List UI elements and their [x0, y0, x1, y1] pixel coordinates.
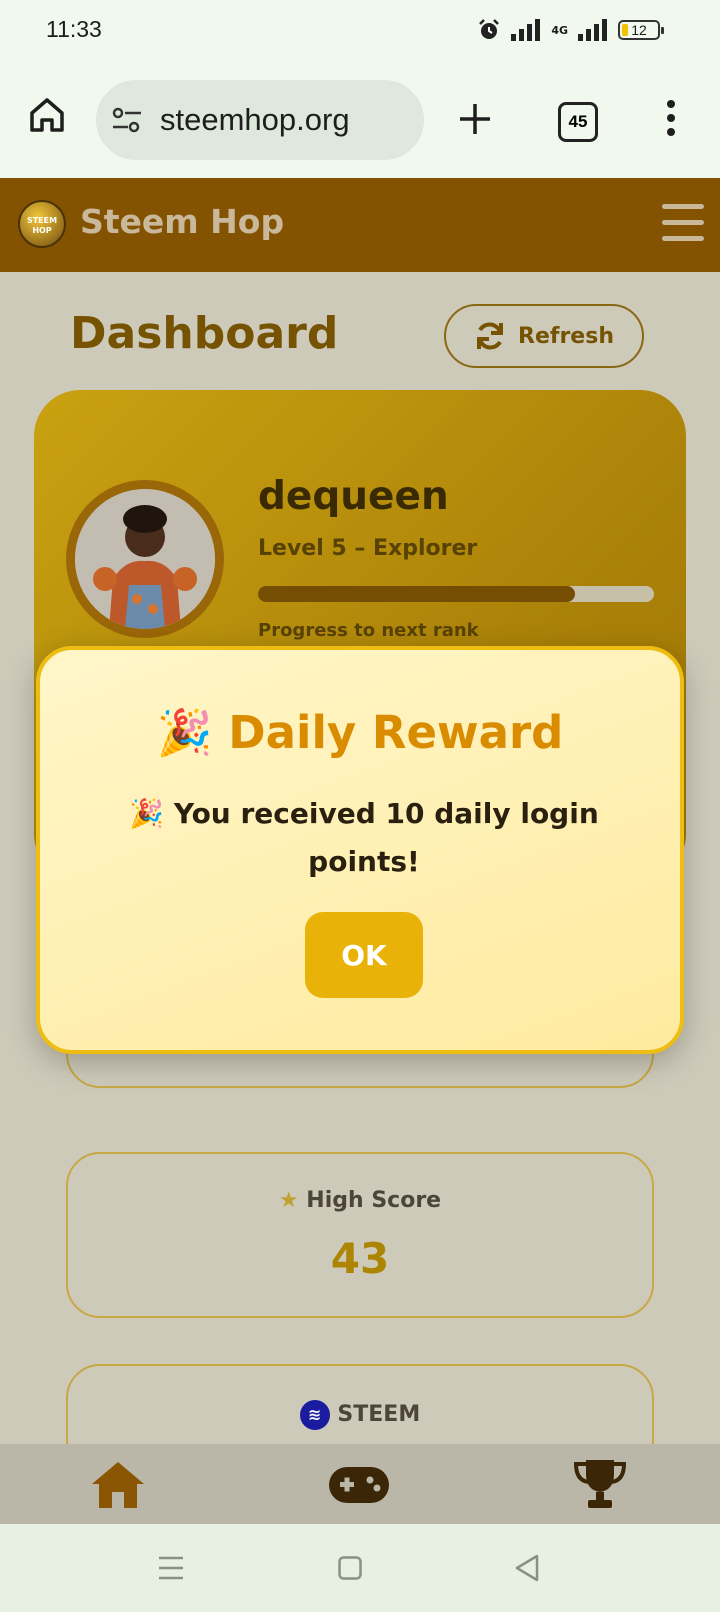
- dialog-title: 🎉 Daily Reward: [40, 706, 680, 759]
- menu-icon[interactable]: [662, 204, 704, 252]
- status-icons: 4G 12: [477, 18, 664, 42]
- ok-button[interactable]: OK: [305, 912, 423, 998]
- url-text: steemhop.org: [160, 102, 350, 137]
- party-popper-icon: 🎉: [156, 706, 213, 759]
- dialog-title-text: Daily Reward: [228, 706, 564, 759]
- system-nav-bar: [0, 1524, 720, 1612]
- trophy-icon[interactable]: [572, 1456, 628, 1512]
- battery-level: 12: [631, 22, 647, 38]
- signal-icon: [511, 19, 541, 41]
- app-header: STEEM HOP Steem Hop: [0, 178, 720, 272]
- network-type: 4G: [551, 23, 568, 37]
- home-icon[interactable]: [90, 1460, 146, 1510]
- party-popper-small-icon: 🎉: [129, 797, 165, 830]
- dialog-message: 🎉 You received 10 daily login points!: [100, 790, 628, 886]
- app-title[interactable]: Steem Hop: [80, 202, 284, 241]
- site-settings-icon[interactable]: [112, 107, 142, 133]
- home-button-icon[interactable]: [28, 96, 66, 134]
- alarm-icon: [479, 19, 500, 39]
- recent-apps-icon[interactable]: [158, 1556, 184, 1580]
- daily-reward-dialog: 🎉 Daily Reward 🎉 You received 10 daily l…: [36, 646, 684, 1054]
- more-options-icon[interactable]: [664, 98, 678, 138]
- tab-switcher-button[interactable]: 45: [558, 102, 598, 142]
- battery-icon: 12: [618, 20, 664, 40]
- browser-toolbar: steemhop.org 45: [0, 66, 720, 178]
- home-nav-icon[interactable]: [338, 1556, 362, 1580]
- back-icon[interactable]: [514, 1554, 540, 1582]
- dialog-message-text: You received 10 daily login points!: [173, 797, 599, 878]
- status-bar: 11:33 4G 12: [0, 0, 720, 66]
- gamepad-icon[interactable]: [328, 1466, 390, 1504]
- address-bar[interactable]: steemhop.org: [96, 80, 424, 160]
- app-logo[interactable]: STEEM HOP: [18, 200, 66, 248]
- signal-2-icon: [578, 19, 607, 41]
- new-tab-icon[interactable]: [458, 102, 492, 136]
- bottom-nav: [0, 1444, 720, 1524]
- status-time: 11:33: [46, 16, 102, 42]
